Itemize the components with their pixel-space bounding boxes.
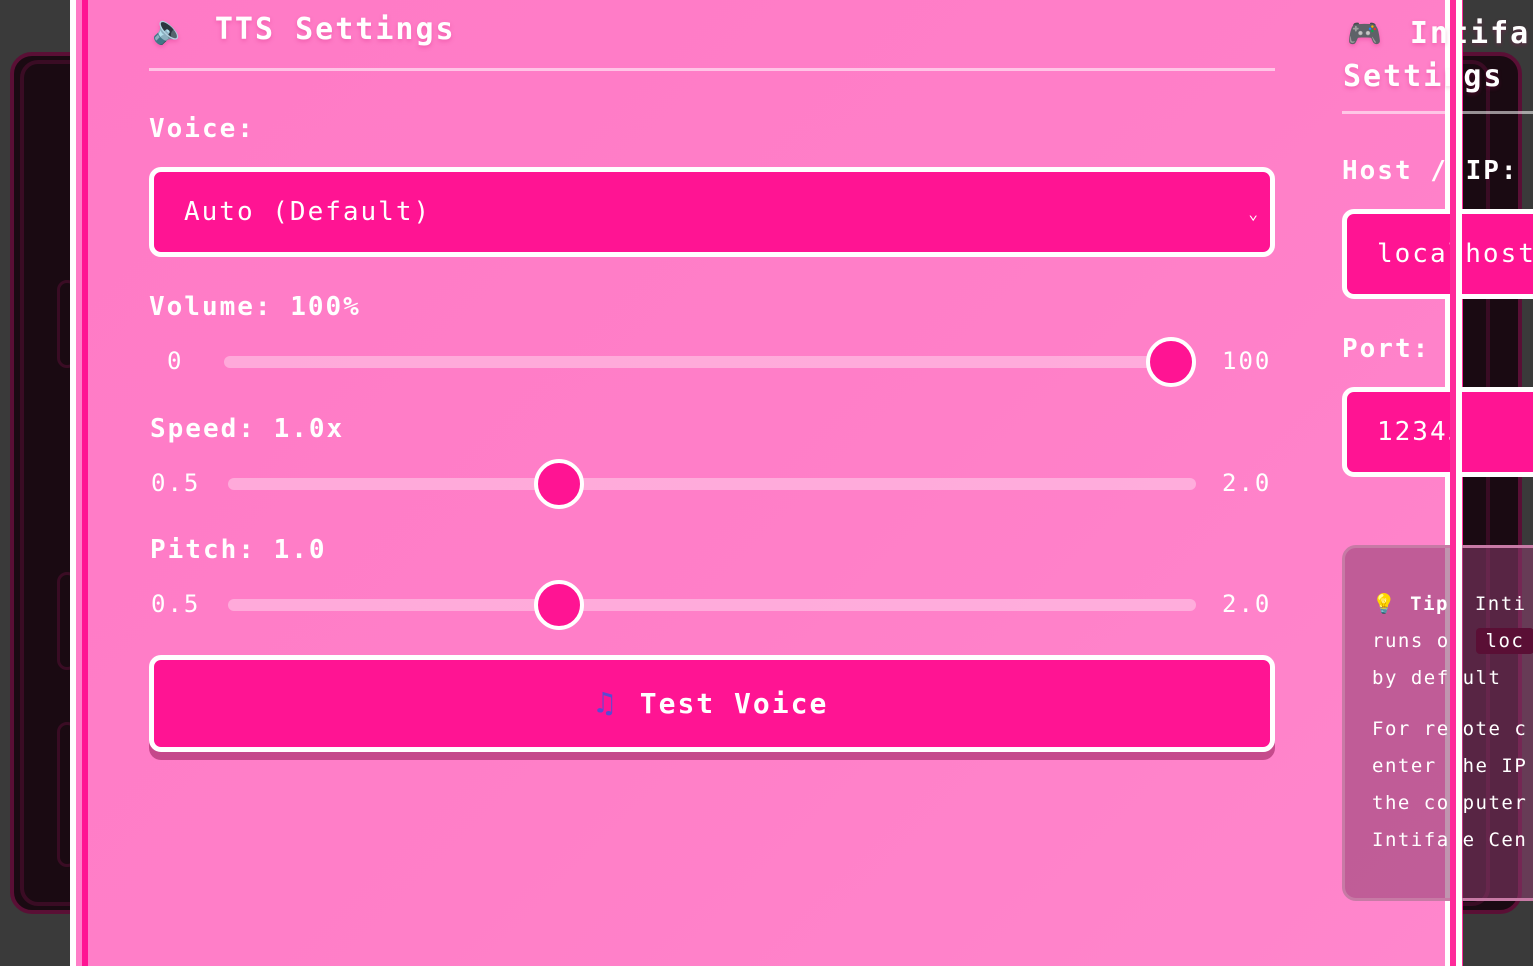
voice-label: Voice:	[149, 114, 255, 144]
lightbulb-icon: 💡	[1372, 593, 1398, 615]
host-label: Host / IP:	[1342, 156, 1519, 186]
port-label: Port:	[1342, 334, 1431, 364]
speed-thumb[interactable]	[534, 459, 584, 509]
pitch-max-label: 2.0	[1222, 590, 1272, 618]
tip-text: runs on	[1372, 630, 1463, 652]
port-input[interactable]: 12345	[1342, 387, 1533, 477]
intiface-title-divider	[1342, 111, 1533, 114]
speed-label: Speed: 1.0x	[150, 414, 345, 444]
test-voice-button[interactable]: ♫ Test Voice	[149, 655, 1275, 752]
speed-track[interactable]	[228, 478, 1196, 490]
tip-box: 💡 Tip: Inti runs on loc by default For r…	[1342, 545, 1533, 901]
title-divider	[149, 68, 1275, 71]
volume-label: Volume: 100%	[149, 292, 361, 322]
music-note-icon: ♫	[595, 686, 616, 721]
pitch-label: Pitch: 1.0	[150, 535, 327, 565]
volume-min-label: 0	[167, 347, 184, 375]
voice-selected-value: Auto (Default)	[184, 197, 432, 227]
pitch-thumb[interactable]	[534, 580, 584, 630]
speaker-icon: 🔈	[152, 13, 189, 46]
pitch-min-label: 0.5	[151, 590, 201, 618]
volume-max-label: 100	[1222, 347, 1272, 375]
tip-code: loc	[1475, 628, 1533, 654]
volume-track[interactable]	[224, 356, 1194, 368]
speed-min-label: 0.5	[151, 469, 201, 497]
host-input[interactable]: localhost	[1342, 209, 1533, 299]
speed-slider[interactable]: 0.5 2.0	[149, 459, 1275, 509]
tip-text: Inti	[1474, 593, 1527, 615]
pitch-track[interactable]	[228, 599, 1196, 611]
tts-settings-title: 🔈 TTS Settings	[152, 12, 456, 47]
volume-thumb[interactable]	[1146, 337, 1196, 387]
intiface-settings-title: 🎮 Intifa Settings	[1343, 12, 1530, 98]
pitch-slider[interactable]: 0.5 2.0	[149, 580, 1275, 630]
gamepad-icon: 🎮	[1347, 17, 1384, 50]
chevron-down-icon: ⌄	[1248, 204, 1260, 223]
voice-select[interactable]: Auto (Default) ⌄	[149, 167, 1275, 257]
speed-max-label: 2.0	[1222, 469, 1272, 497]
test-voice-label: Test Voice	[639, 687, 829, 720]
panel-edge	[1456, 0, 1462, 966]
volume-slider[interactable]: 0 100	[149, 337, 1275, 387]
